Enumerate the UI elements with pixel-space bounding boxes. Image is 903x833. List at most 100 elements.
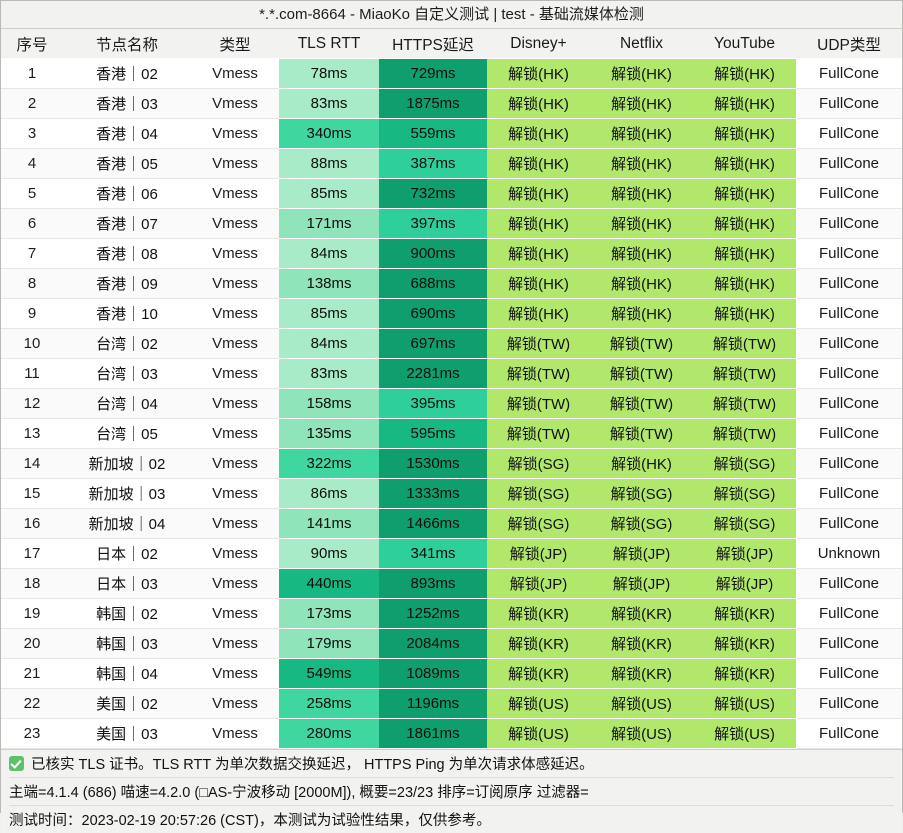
- cell-node-name: 香港｜05: [63, 148, 191, 179]
- column-header-https[interactable]: HTTPS延迟: [379, 29, 487, 59]
- cell-node-name: 美国｜03: [63, 718, 191, 749]
- cell-udp-type: FullCone: [796, 328, 902, 359]
- table-row[interactable]: 4 香港｜05 Vmess 88ms 387ms 解锁(HK) 解锁(HK) 解锁(HK) Fu…: [1, 148, 902, 179]
- cell-youtube: 解锁(HK): [693, 178, 796, 209]
- cell-type: Vmess: [191, 328, 279, 359]
- cell-index: 4: [1, 148, 63, 179]
- cell-udp-type: FullCone: [796, 628, 902, 659]
- cell-disney: 解锁(SG): [487, 508, 590, 539]
- cell-tls-rtt: 84ms: [279, 238, 379, 269]
- cell-index: 9: [1, 298, 63, 329]
- cell-index: 16: [1, 508, 63, 539]
- cell-https-latency: 1333ms: [379, 478, 487, 509]
- cell-node-name: 香港｜10: [63, 298, 191, 329]
- cell-netflix: 解锁(KR): [590, 628, 693, 659]
- cell-youtube: 解锁(HK): [693, 148, 796, 179]
- cell-youtube: 解锁(KR): [693, 658, 796, 689]
- cell-node-name: 香港｜03: [63, 88, 191, 119]
- cell-tls-rtt: 173ms: [279, 598, 379, 629]
- cell-youtube: 解锁(US): [693, 718, 796, 749]
- cell-https-latency: 697ms: [379, 328, 487, 359]
- table-row[interactable]: 16 新加坡｜04 Vmess 141ms 1466ms 解锁(SG) 解锁(SG) 解锁(S…: [1, 508, 902, 539]
- cell-udp-type: FullCone: [796, 688, 902, 719]
- cell-disney: 解锁(JP): [487, 538, 590, 569]
- cell-netflix: 解锁(HK): [590, 448, 693, 479]
- cell-tls-rtt: 549ms: [279, 658, 379, 689]
- column-header-name[interactable]: 节点名称: [63, 29, 191, 59]
- cell-index: 23: [1, 718, 63, 749]
- column-header-index[interactable]: 序号: [1, 29, 63, 59]
- cell-https-latency: 559ms: [379, 118, 487, 149]
- cell-tls-rtt: 83ms: [279, 88, 379, 119]
- cell-https-latency: 893ms: [379, 568, 487, 599]
- table-row[interactable]: 9 香港｜10 Vmess 85ms 690ms 解锁(HK) 解锁(HK) 解锁(HK) Fu…: [1, 298, 902, 329]
- cell-udp-type: FullCone: [796, 568, 902, 599]
- column-header-youtube[interactable]: YouTube: [693, 29, 796, 59]
- cell-youtube: 解锁(TW): [693, 328, 796, 359]
- table-row[interactable]: 19 韩国｜02 Vmess 173ms 1252ms 解锁(KR) 解锁(KR) 解锁(KR…: [1, 598, 902, 629]
- table-body: 1 香港｜02 Vmess 78ms 729ms 解锁(HK) 解锁(HK) 解锁(HK) Fu…: [1, 58, 902, 749]
- results-table: 序号 节点名称 类型 TLS RTT HTTPS延迟 Disney+ Netfl…: [1, 29, 902, 749]
- cell-udp-type: FullCone: [796, 208, 902, 239]
- footer-line-version: 主端=4.1.4 (686) 喵速=4.2.0 (□AS-宁波移动 [2000M…: [9, 778, 894, 806]
- column-header-disney[interactable]: Disney+: [487, 29, 590, 59]
- cell-index: 10: [1, 328, 63, 359]
- cell-index: 12: [1, 388, 63, 419]
- cell-disney: 解锁(KR): [487, 628, 590, 659]
- table-row[interactable]: 11 台湾｜03 Vmess 83ms 2281ms 解锁(TW) 解锁(TW) 解锁(TW)…: [1, 358, 902, 389]
- cell-tls-rtt: 86ms: [279, 478, 379, 509]
- cell-https-latency: 688ms: [379, 268, 487, 299]
- cell-tls-rtt: 141ms: [279, 508, 379, 539]
- cell-node-name: 台湾｜03: [63, 358, 191, 389]
- cell-index: 6: [1, 208, 63, 239]
- table-row[interactable]: 8 香港｜09 Vmess 138ms 688ms 解锁(HK) 解锁(HK) 解锁(HK) F…: [1, 268, 902, 299]
- cell-netflix: 解锁(JP): [590, 568, 693, 599]
- table-row[interactable]: 7 香港｜08 Vmess 84ms 900ms 解锁(HK) 解锁(HK) 解锁(HK) Fu…: [1, 238, 902, 269]
- cell-node-name: 香港｜07: [63, 208, 191, 239]
- column-header-tls-rtt[interactable]: TLS RTT: [279, 29, 379, 59]
- table-row[interactable]: 23 美国｜03 Vmess 280ms 1861ms 解锁(US) 解锁(US) 解锁(US…: [1, 718, 902, 749]
- cell-type: Vmess: [191, 298, 279, 329]
- cell-youtube: 解锁(JP): [693, 538, 796, 569]
- table-row[interactable]: 20 韩国｜03 Vmess 179ms 2084ms 解锁(KR) 解锁(KR) 解锁(KR…: [1, 628, 902, 659]
- cell-index: 1: [1, 58, 63, 89]
- cell-node-name: 香港｜02: [63, 58, 191, 89]
- table-row[interactable]: 5 香港｜06 Vmess 85ms 732ms 解锁(HK) 解锁(HK) 解锁(HK) Fu…: [1, 178, 902, 209]
- cell-disney: 解锁(HK): [487, 118, 590, 149]
- cell-disney: 解锁(HK): [487, 208, 590, 239]
- table-row[interactable]: 18 日本｜03 Vmess 440ms 893ms 解锁(JP) 解锁(JP) 解锁(JP)…: [1, 568, 902, 599]
- cell-type: Vmess: [191, 568, 279, 599]
- table-row[interactable]: 2 香港｜03 Vmess 83ms 1875ms 解锁(HK) 解锁(HK) 解锁(HK) F…: [1, 88, 902, 119]
- column-header-udp[interactable]: UDP类型: [796, 29, 902, 59]
- cell-youtube: 解锁(KR): [693, 628, 796, 659]
- cell-disney: 解锁(SG): [487, 478, 590, 509]
- cell-node-name: 香港｜08: [63, 238, 191, 269]
- table-row[interactable]: 15 新加坡｜03 Vmess 86ms 1333ms 解锁(SG) 解锁(SG) 解锁(SG…: [1, 478, 902, 509]
- cell-type: Vmess: [191, 178, 279, 209]
- table-row[interactable]: 17 日本｜02 Vmess 90ms 341ms 解锁(JP) 解锁(JP) 解锁(JP) U…: [1, 538, 902, 569]
- cell-node-name: 香港｜09: [63, 268, 191, 299]
- table-row[interactable]: 10 台湾｜02 Vmess 84ms 697ms 解锁(TW) 解锁(TW) 解锁(TW) F…: [1, 328, 902, 359]
- table-row[interactable]: 6 香港｜07 Vmess 171ms 397ms 解锁(HK) 解锁(HK) 解锁(HK) F…: [1, 208, 902, 239]
- cell-index: 18: [1, 568, 63, 599]
- footer-line-timestamp: 测试时间：2023-02-19 20:57:26 (CST)，本测试为试验性结果…: [9, 806, 894, 833]
- table-row[interactable]: 21 韩国｜04 Vmess 549ms 1089ms 解锁(KR) 解锁(KR) 解锁(KR…: [1, 658, 902, 689]
- cell-tls-rtt: 322ms: [279, 448, 379, 479]
- table-row[interactable]: 3 香港｜04 Vmess 340ms 559ms 解锁(HK) 解锁(HK) 解锁(HK) F…: [1, 118, 902, 149]
- cell-udp-type: FullCone: [796, 268, 902, 299]
- table-row[interactable]: 22 美国｜02 Vmess 258ms 1196ms 解锁(US) 解锁(US) 解锁(US…: [1, 688, 902, 719]
- cell-disney: 解锁(HK): [487, 298, 590, 329]
- table-row[interactable]: 1 香港｜02 Vmess 78ms 729ms 解锁(HK) 解锁(HK) 解锁(HK) Fu…: [1, 58, 902, 89]
- cell-https-latency: 1861ms: [379, 718, 487, 749]
- column-header-netflix[interactable]: Netflix: [590, 29, 693, 59]
- cell-youtube: 解锁(JP): [693, 568, 796, 599]
- table-row[interactable]: 14 新加坡｜02 Vmess 322ms 1530ms 解锁(SG) 解锁(HK) 解锁(S…: [1, 448, 902, 479]
- cell-youtube: 解锁(TW): [693, 388, 796, 419]
- table-row[interactable]: 12 台湾｜04 Vmess 158ms 395ms 解锁(TW) 解锁(TW) 解锁(TW)…: [1, 388, 902, 419]
- cell-node-name: 韩国｜03: [63, 628, 191, 659]
- column-header-type[interactable]: 类型: [191, 29, 279, 59]
- cell-disney: 解锁(KR): [487, 658, 590, 689]
- cell-type: Vmess: [191, 358, 279, 389]
- cell-udp-type: FullCone: [796, 178, 902, 209]
- table-row[interactable]: 13 台湾｜05 Vmess 135ms 595ms 解锁(TW) 解锁(TW) 解锁(TW)…: [1, 418, 902, 449]
